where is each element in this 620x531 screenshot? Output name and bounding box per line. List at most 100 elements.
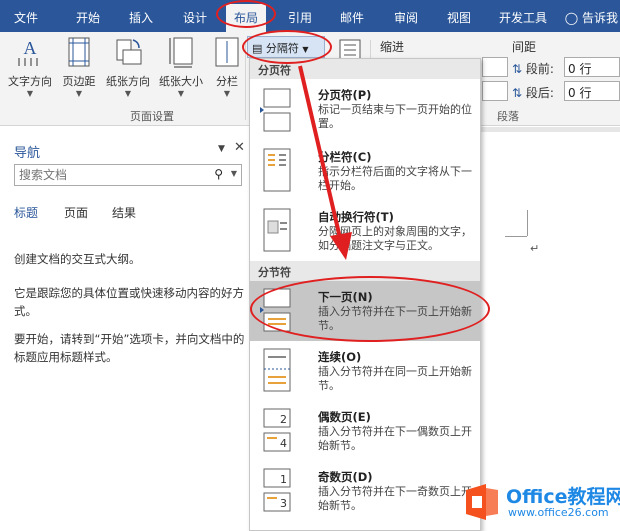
watermark: Office教程网 www.office26.com bbox=[462, 480, 620, 526]
space-before-icon: ⇅ bbox=[512, 62, 523, 76]
office-logo-icon bbox=[466, 484, 498, 520]
tab-developer[interactable]: 开发工具 bbox=[499, 9, 547, 26]
chevron-down-icon[interactable]: ▼ bbox=[231, 169, 237, 178]
close-icon[interactable]: ✕ bbox=[234, 140, 245, 155]
tab-insert[interactable]: 插入 bbox=[129, 9, 153, 26]
lightbulb-icon: ◯ bbox=[564, 11, 579, 25]
tab-file[interactable]: 文件 bbox=[14, 9, 38, 26]
space-after-icon: ⇅ bbox=[512, 86, 523, 100]
menu-item-title: 分页符(P) bbox=[318, 88, 372, 102]
indent-left-input[interactable] bbox=[482, 57, 508, 77]
paragraph-group-label: 段落 bbox=[497, 110, 519, 123]
tab-references[interactable]: 引用 bbox=[288, 9, 312, 26]
margins-icon bbox=[68, 37, 90, 67]
columns-button[interactable]: 分栏 ▼ bbox=[210, 36, 244, 98]
menu-item-title: 奇数页(D) bbox=[318, 470, 373, 484]
space-after-label: ⇅ 段后: bbox=[512, 84, 554, 101]
paragraph-mark-icon: ↵ bbox=[530, 242, 540, 255]
menu-item-desc: 插入分节符并在下一奇数页上开始新节。 bbox=[318, 485, 472, 512]
menu-item-desc: 插入分节符并在同一页上开始新节。 bbox=[318, 365, 472, 392]
odd-page-break-icon: 1 3 bbox=[263, 468, 291, 512]
nav-pane-title: 导航 bbox=[14, 146, 41, 161]
chevron-down-icon: ▼ bbox=[75, 89, 83, 98]
svg-text:3: 3 bbox=[280, 497, 287, 510]
indent-right-input[interactable] bbox=[482, 81, 508, 101]
svg-text:A: A bbox=[24, 38, 37, 58]
tab-headings[interactable]: 标题 bbox=[14, 204, 38, 221]
tab-pages[interactable]: 页面 bbox=[64, 204, 88, 221]
menu-item-title: 自动换行符(T) bbox=[318, 210, 394, 224]
nav-hint-2: 它是跟踪您的具体位置或快速移动内容的好方式。 bbox=[14, 286, 244, 318]
paper-size-icon bbox=[169, 37, 193, 68]
orientation-button[interactable]: 纸张方向 ▼ bbox=[102, 36, 154, 98]
space-before-text: 段前: bbox=[525, 62, 554, 76]
svg-text:1: 1 bbox=[280, 473, 287, 486]
svg-text:4: 4 bbox=[280, 437, 287, 450]
indent-label: 缩进 bbox=[380, 40, 405, 54]
text-wrapping-break-icon bbox=[263, 208, 291, 252]
svg-text:2: 2 bbox=[280, 413, 287, 426]
chevron-down-icon: ▼ bbox=[26, 89, 34, 98]
nav-hint-1: 创建文档的交互式大纲。 bbox=[14, 252, 141, 266]
document-page[interactable] bbox=[480, 132, 620, 531]
tab-results[interactable]: 结果 bbox=[112, 204, 136, 221]
menu-item-column-break[interactable]: 分栏符(C) 指示分栏符后面的文字将从下一栏开始。 bbox=[250, 141, 480, 203]
chevron-down-icon: ▼ bbox=[124, 89, 132, 98]
menu-item-text-wrapping-break[interactable]: 自动换行符(T) 分隔网页上的对象周围的文字，如分隔题注文字与正文。 bbox=[250, 203, 480, 263]
page-break-icon bbox=[260, 88, 291, 132]
menu-item-title: 偶数页(E) bbox=[318, 410, 371, 424]
continuous-break-icon bbox=[263, 348, 291, 392]
menu-item-page-break[interactable]: 分页符(P) 标记一页结束与下一页开始的位置。 bbox=[250, 81, 480, 141]
watermark-name: Office教程网 bbox=[506, 486, 620, 508]
annotation-oval-breaks-button bbox=[242, 30, 332, 64]
columns-label: 分栏 bbox=[216, 75, 238, 88]
menu-item-even-page[interactable]: 2 4 偶数页(E) 插入分节符并在下一偶数页上开始新节。 bbox=[250, 403, 480, 463]
nav-search-box[interactable]: ⚲ ▼ bbox=[14, 164, 242, 186]
orientation-icon bbox=[116, 39, 142, 65]
page-setup-group-label: 页面设置 bbox=[130, 110, 174, 123]
space-after-input[interactable]: 0 行 bbox=[564, 81, 620, 101]
chevron-down-icon: ▼ bbox=[223, 89, 231, 98]
tell-me-box[interactable]: ◯ 告诉我 bbox=[565, 9, 618, 26]
chevron-down-icon: ▼ bbox=[177, 89, 185, 98]
menu-item-desc: 标记一页结束与下一页开始的位置。 bbox=[318, 103, 472, 130]
spacing-label: 间距 bbox=[512, 40, 537, 54]
menu-item-continuous[interactable]: 连续(O) 插入分节符并在同一页上开始新节。 bbox=[250, 343, 480, 403]
tab-home[interactable]: 开始 bbox=[76, 9, 100, 26]
menu-item-odd-page[interactable]: 1 3 奇数页(D) 插入分节符并在下一奇数页上开始新节。 bbox=[250, 463, 480, 523]
text-direction-icon: A bbox=[18, 38, 38, 66]
margin-corner-mark bbox=[505, 236, 527, 237]
tab-review[interactable]: 审阅 bbox=[394, 9, 418, 26]
menu-item-desc: 分隔网页上的对象周围的文字，如分隔题注文字与正文。 bbox=[318, 225, 472, 252]
tell-me-label: 告诉我 bbox=[581, 11, 618, 25]
size-button[interactable]: 纸张大小 ▼ bbox=[156, 36, 206, 98]
columns-icon bbox=[215, 37, 239, 67]
ribbon-tab-bar: 文件 开始 插入 设计 布局 引用 邮件 审阅 视图 开发工具 ◯ 告诉我 bbox=[0, 0, 620, 32]
space-after-text: 段后: bbox=[525, 86, 554, 100]
tab-view[interactable]: 视图 bbox=[447, 9, 471, 26]
orientation-label: 纸张方向 bbox=[106, 75, 150, 88]
menu-item-desc: 插入分节符并在下一偶数页上开始新节。 bbox=[318, 425, 472, 452]
annotation-oval-next-page bbox=[250, 276, 490, 342]
column-break-icon bbox=[263, 148, 291, 192]
watermark-url: www.office26.com bbox=[508, 506, 609, 519]
pane-options-icon[interactable]: ▼ bbox=[218, 144, 225, 154]
tab-mailings[interactable]: 邮件 bbox=[340, 9, 364, 26]
search-input[interactable] bbox=[15, 165, 195, 185]
even-page-break-icon: 2 4 bbox=[263, 408, 291, 452]
text-direction-label: 文字方向 bbox=[8, 75, 52, 88]
search-icon[interactable]: ⚲ bbox=[214, 167, 223, 181]
nav-hint-3: 要开始，请转到“开始”选项卡，并向文档中的标题应用标题样式。 bbox=[14, 332, 245, 364]
tab-design[interactable]: 设计 bbox=[183, 9, 207, 26]
text-direction-button[interactable]: A 文字方向 ▼ bbox=[4, 36, 56, 98]
menu-item-title: 分栏符(C) bbox=[318, 150, 372, 164]
menu-item-title: 连续(O) bbox=[318, 350, 362, 364]
navigation-pane: 导航 ▼ ✕ ⚲ ▼ 标题 页面 结果 创建文档的交互式大纲。 它是跟踪您的具体… bbox=[0, 132, 250, 531]
margin-corner-mark bbox=[527, 210, 528, 236]
margins-label: 页边距 bbox=[62, 75, 96, 88]
menu-item-desc: 指示分栏符后面的文字将从下一栏开始。 bbox=[318, 165, 472, 192]
space-before-input[interactable]: 0 行 bbox=[564, 57, 620, 77]
size-label: 纸张大小 bbox=[159, 75, 203, 88]
space-before-label: ⇅ 段前: bbox=[512, 60, 554, 77]
margins-button[interactable]: 页边距 ▼ bbox=[56, 36, 102, 98]
